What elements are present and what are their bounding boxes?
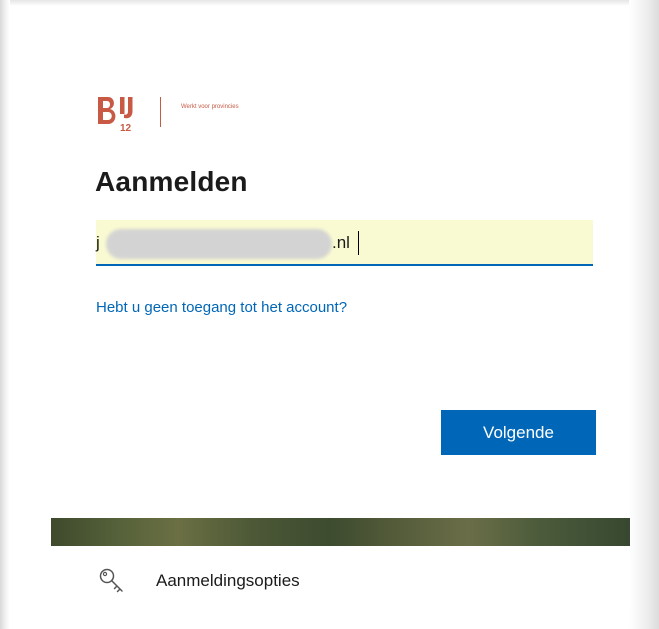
signin-options-button[interactable]: Aanmeldingsopties <box>51 556 630 606</box>
background-image-strip <box>51 518 630 546</box>
bij12-logo-icon: 12 <box>98 97 133 134</box>
no-access-link[interactable]: Hebt u geen toegang tot het account? <box>96 299 347 316</box>
brand-tagline: Werkt voor provincies <box>181 104 239 110</box>
logo-number: 12 <box>120 123 132 134</box>
window-edge-top <box>0 0 659 6</box>
redacted-email-blur <box>106 229 332 259</box>
text-caret <box>358 231 359 255</box>
logo-divider <box>160 97 161 127</box>
email-field[interactable]: j .nl <box>96 220 593 266</box>
window-edge-right <box>629 0 659 629</box>
signin-options-label: Aanmeldingsopties <box>156 571 300 590</box>
email-prefix: j <box>96 233 100 252</box>
brand-logo: 12 Werkt voor provincies <box>96 93 296 135</box>
key-icon <box>99 568 123 593</box>
email-suffix: .nl <box>332 233 350 252</box>
window-edge-left <box>0 0 10 629</box>
page-title: Aanmelden <box>95 166 248 197</box>
next-button[interactable]: Volgende <box>441 410 596 455</box>
login-page: 12 Werkt voor provincies Aanmelden j .nl… <box>0 0 659 629</box>
